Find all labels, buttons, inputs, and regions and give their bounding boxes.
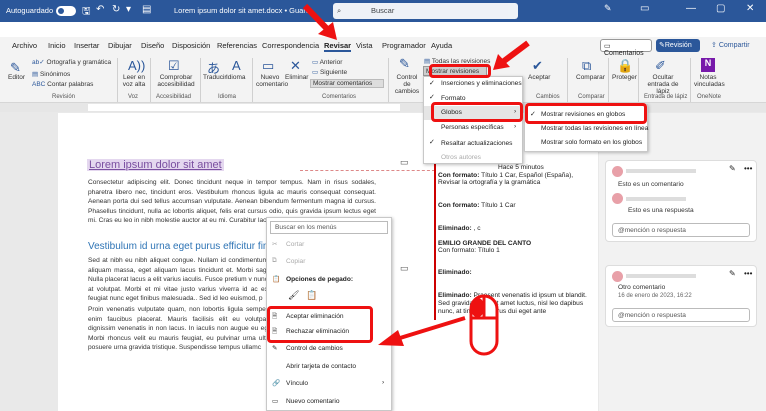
mouse-icon	[469, 294, 499, 356]
annotation-arrows	[302, 3, 530, 346]
